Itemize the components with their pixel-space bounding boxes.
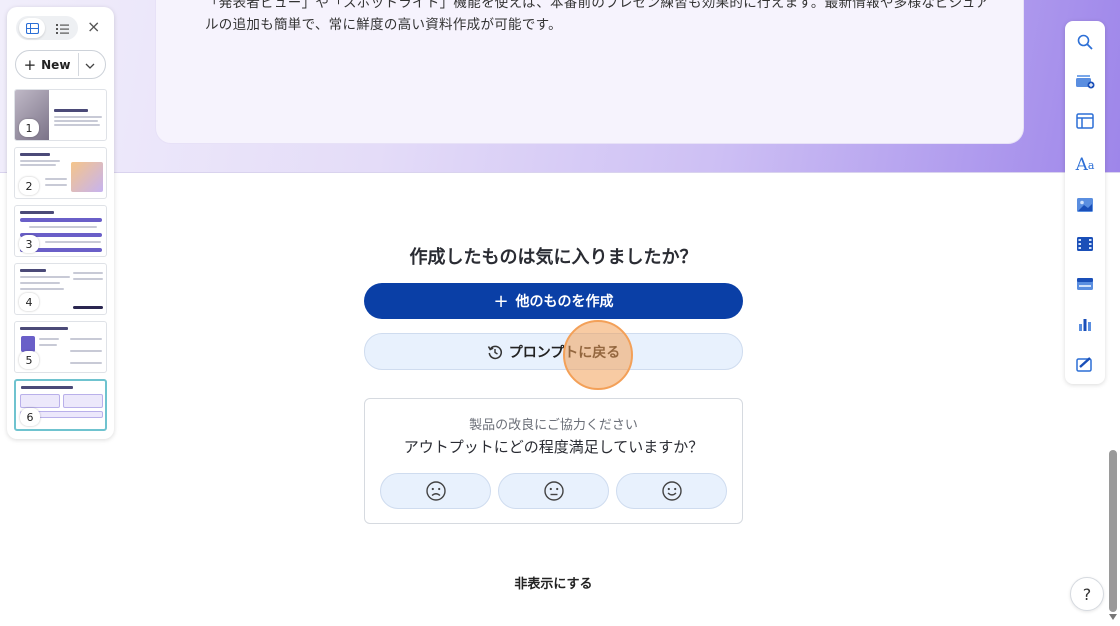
new-button-label: New <box>41 57 71 72</box>
hero-section: 「発表者ビュー」や「スポットライト」機能を使えば、本番前のプレゼン練習も効果的に… <box>0 0 1120 173</box>
rating-happy-button[interactable] <box>616 473 727 509</box>
add-card-icon[interactable] <box>1074 70 1096 92</box>
plus-icon: + <box>23 55 37 74</box>
slide-text-line <box>20 282 60 284</box>
slide-text-line <box>70 338 102 340</box>
slide-card <box>63 394 103 408</box>
hero-text: 「発表者ビュー」や「スポットライト」機能を使えば、本番前のプレゼン練習も効果的に… <box>205 0 990 33</box>
slide-card <box>20 394 60 408</box>
slide-band <box>20 218 102 222</box>
slide-image <box>71 162 103 192</box>
scrollbar-thumb[interactable] <box>1109 450 1117 612</box>
slide-thumbnail-4[interactable]: 4 <box>14 263 107 315</box>
history-icon <box>487 345 502 359</box>
image-icon[interactable] <box>1074 194 1096 216</box>
slide-text-line <box>45 184 67 186</box>
slide-text-line <box>45 241 101 243</box>
survey-subtitle: 製品の改良にご協力ください <box>469 418 638 433</box>
slide-title-bar <box>20 211 54 214</box>
chevron-down-icon <box>85 63 95 69</box>
new-dropdown-button[interactable] <box>83 58 97 77</box>
happy-face-icon <box>661 481 682 501</box>
rating-neutral-button[interactable] <box>498 473 609 509</box>
slide-text-line <box>29 226 97 228</box>
slide-title-bar <box>20 269 46 272</box>
embed-icon[interactable] <box>1074 273 1096 295</box>
close-icon[interactable]: × <box>87 17 100 36</box>
feedback-question: 作成したものは気に入りましたか？ <box>409 247 698 268</box>
search-icon[interactable] <box>1074 31 1096 53</box>
slide-text-line <box>70 362 102 364</box>
slide-text-line <box>54 124 100 126</box>
list-view-button[interactable] <box>49 18 75 38</box>
survey-question: アウトプットにどの程度満足していますか？ <box>403 438 704 456</box>
slide-text-line <box>54 116 102 118</box>
right-toolbar: Aa <box>1065 21 1105 384</box>
slide-thumbnail-6[interactable]: 6 <box>14 379 107 431</box>
slide-text-line <box>70 350 102 352</box>
video-icon[interactable] <box>1074 233 1096 255</box>
slide-number: 3 <box>19 235 39 253</box>
edit-icon[interactable] <box>1074 353 1096 375</box>
layout-icon[interactable] <box>1074 110 1096 132</box>
slide-text-line <box>20 288 64 290</box>
slide-title-bar <box>20 327 68 330</box>
create-another-label: 他のものを作成 <box>515 294 614 310</box>
slide-text-line <box>20 276 70 278</box>
sad-face-icon <box>425 481 446 501</box>
slide-text-line <box>39 338 59 340</box>
help-button[interactable]: ? <box>1070 577 1104 611</box>
text-style-icon[interactable]: Aa <box>1074 154 1096 176</box>
slide-number: 1 <box>19 119 39 137</box>
slide-number: 2 <box>19 177 39 195</box>
chart-icon[interactable] <box>1074 313 1096 335</box>
slide-text-line <box>73 278 103 280</box>
view-toggle <box>16 16 78 40</box>
thumbnail-view-button[interactable] <box>19 18 45 38</box>
slide-text-line <box>20 164 56 166</box>
slide-title-bar <box>21 386 73 389</box>
new-button[interactable]: + New <box>16 51 78 78</box>
hide-link[interactable]: 非表示にする <box>364 573 743 592</box>
slide-panel: × + New 1 2 3 4 5 6 <box>7 7 114 439</box>
slide-text-line <box>45 178 67 180</box>
scroll-down-arrow-icon[interactable] <box>1109 614 1117 620</box>
divider <box>78 53 79 76</box>
plus-icon: + <box>493 290 509 312</box>
slide-thumbnail-5[interactable]: 5 <box>14 321 107 373</box>
slide-thumbnail-3[interactable]: 3 <box>14 205 107 257</box>
slide-number: 5 <box>19 351 39 369</box>
create-another-button[interactable]: + 他のものを作成 <box>364 283 743 319</box>
list-view-icon <box>55 23 69 34</box>
neutral-face-icon <box>543 481 564 501</box>
slide-thumbnail-2[interactable]: 2 <box>14 147 107 199</box>
slide-text-line <box>73 272 103 274</box>
rating-sad-button[interactable] <box>380 473 491 509</box>
new-button-group: + New <box>15 50 106 79</box>
slide-text-line <box>20 160 60 162</box>
back-to-prompt-label: プロンプトに戻る <box>508 344 621 361</box>
slide-number: 4 <box>19 293 39 311</box>
slide-title-bar <box>20 153 50 156</box>
slide-number: 6 <box>20 408 40 426</box>
scrollbar[interactable] <box>1106 0 1120 626</box>
satisfaction-survey: 製品の改良にご協力ください アウトプットにどの程度満足していますか？ <box>364 398 743 524</box>
slide-image <box>21 336 35 352</box>
slide-text-line <box>54 120 98 122</box>
slide-title-bar <box>54 109 88 112</box>
slide-text-line <box>39 344 57 346</box>
back-to-prompt-button[interactable]: プロンプトに戻る <box>364 333 743 370</box>
grid-view-icon <box>25 22 39 34</box>
slide-band <box>73 306 103 309</box>
slide-thumbnail-1[interactable]: 1 <box>14 89 107 141</box>
